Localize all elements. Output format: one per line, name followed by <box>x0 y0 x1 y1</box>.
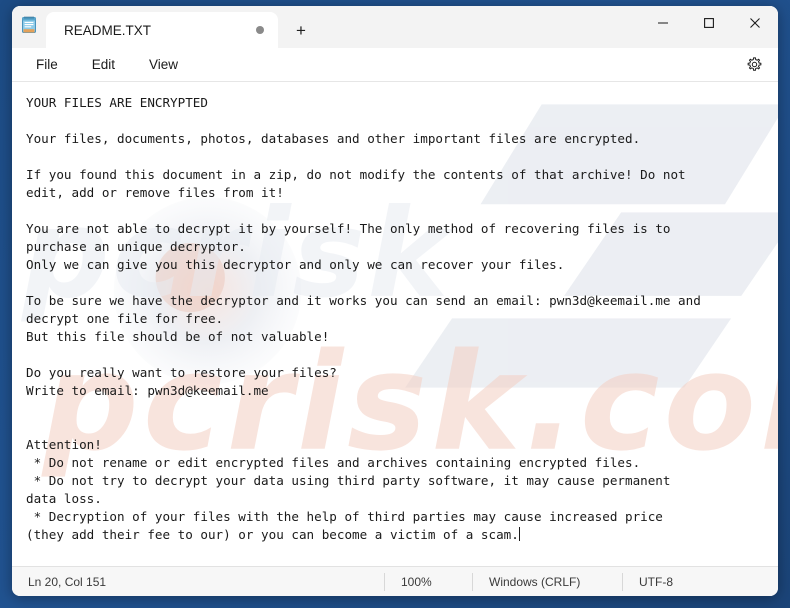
editor-area[interactable]: pcrisk.com pcrisk YOUR FILES ARE ENCRYPT… <box>12 82 778 566</box>
plus-icon: + <box>296 21 306 40</box>
document-text[interactable]: YOUR FILES ARE ENCRYPTED Your files, doc… <box>12 82 778 544</box>
menu-item-file[interactable]: File <box>26 53 68 76</box>
text-caret <box>518 527 520 541</box>
status-line-ending[interactable]: Windows (CRLF) <box>472 572 622 591</box>
menu-item-edit[interactable]: Edit <box>82 53 125 76</box>
notepad-icon <box>12 6 46 48</box>
menu-item-view[interactable]: View <box>139 53 188 76</box>
window-controls <box>640 6 778 40</box>
status-zoom-level[interactable]: 100% <box>384 572 472 591</box>
title-bar[interactable]: README.TXT + <box>12 6 778 48</box>
maximize-button[interactable] <box>686 6 732 40</box>
close-button[interactable] <box>732 6 778 40</box>
document-body: YOUR FILES ARE ENCRYPTED Your files, doc… <box>26 95 701 542</box>
status-bar: Ln 20, Col 151 100% Windows (CRLF) UTF-8 <box>12 566 778 596</box>
menu-bar: File Edit View <box>12 48 778 82</box>
gear-icon[interactable] <box>740 51 768 79</box>
notepad-window: README.TXT + File Edit View pcrisk.co pc… <box>12 6 778 596</box>
new-tab-button[interactable]: + <box>282 14 320 48</box>
minimize-button[interactable] <box>640 6 686 40</box>
tab-modified-dot-icon[interactable] <box>256 26 264 34</box>
status-cursor-position: Ln 20, Col 151 <box>28 574 107 589</box>
tab-label: README.TXT <box>64 22 152 38</box>
status-encoding[interactable]: UTF-8 <box>622 572 689 591</box>
tab-readme-txt[interactable]: README.TXT <box>46 12 278 48</box>
